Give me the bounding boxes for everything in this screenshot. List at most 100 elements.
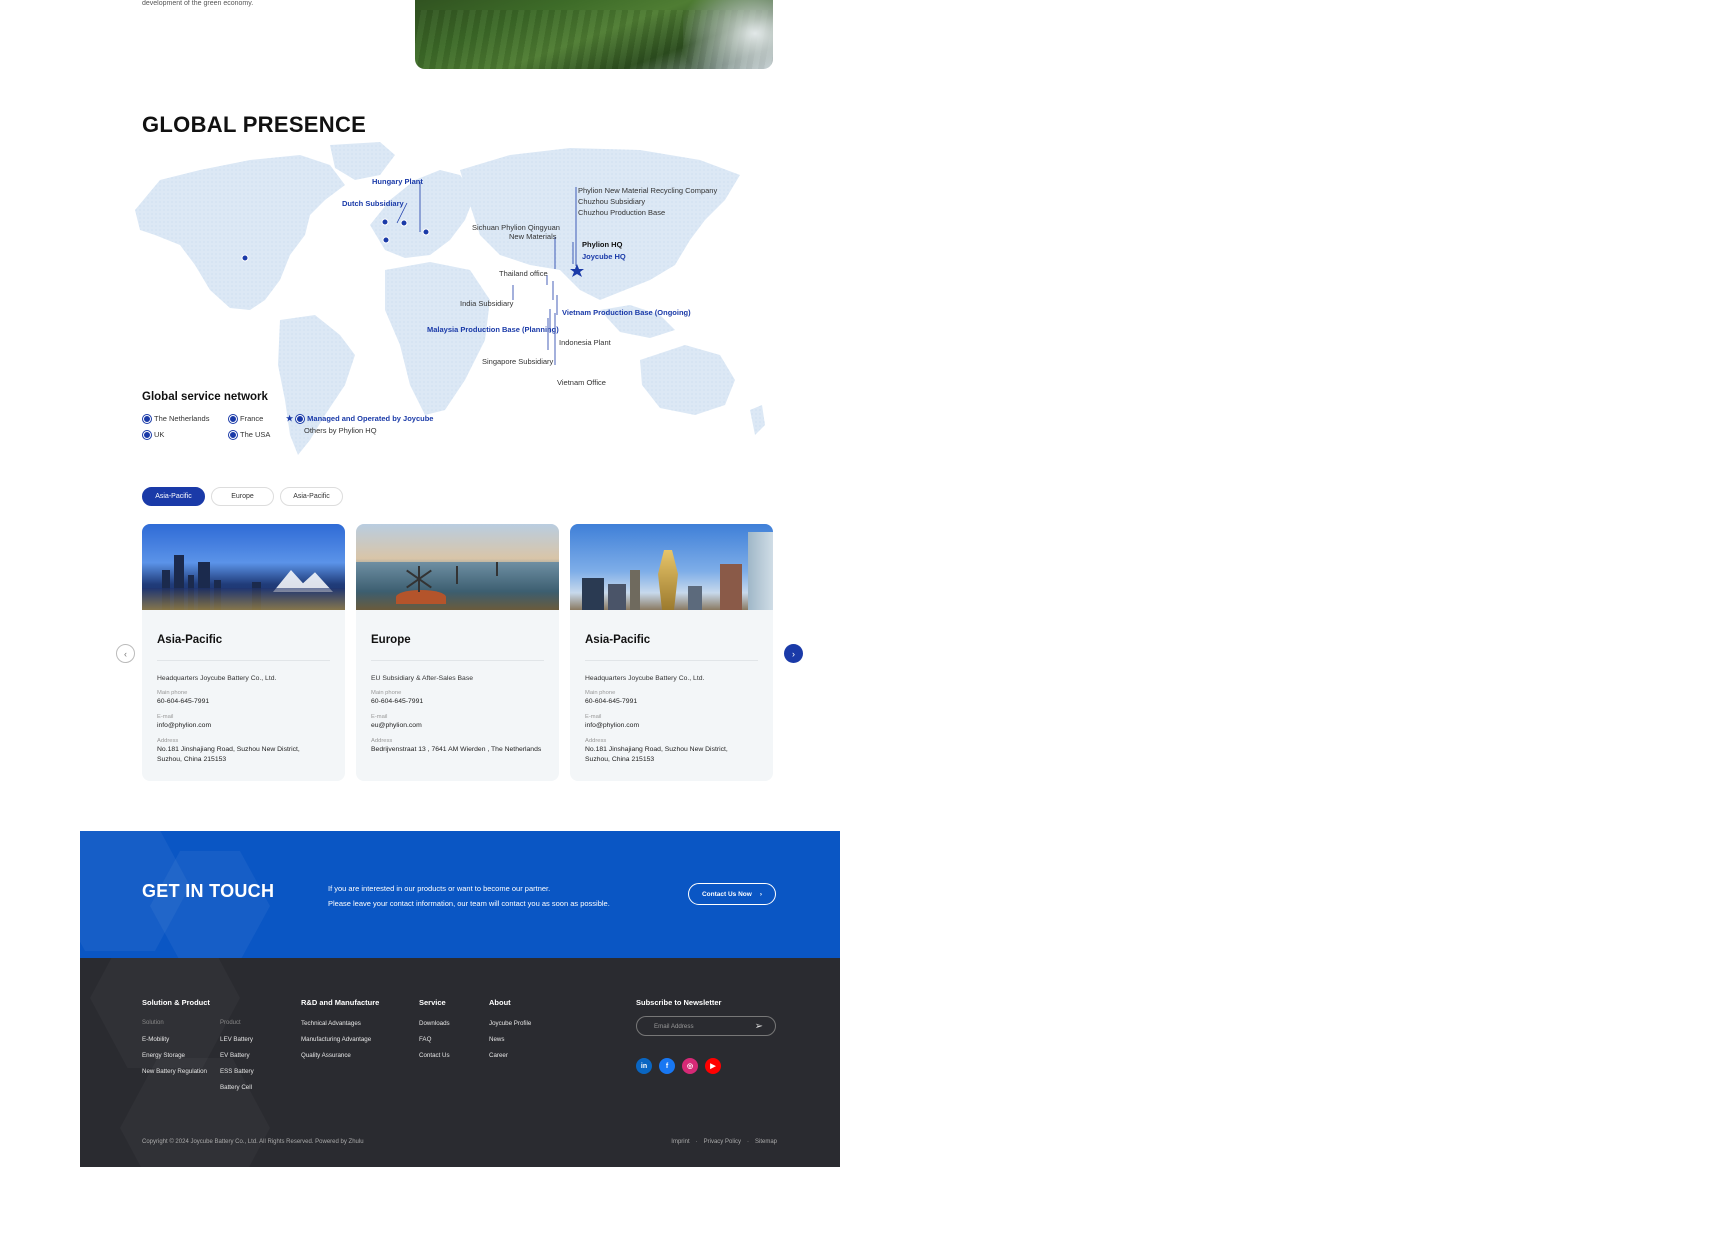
map-label-indonesia: Indonesia Plant bbox=[559, 338, 611, 347]
tab-europe[interactable]: Europe bbox=[211, 487, 274, 506]
footer-link[interactable]: Downloads bbox=[419, 1020, 450, 1027]
footer-link[interactable]: EV Battery bbox=[220, 1052, 250, 1059]
footer-link[interactable]: Quality Assurance bbox=[301, 1052, 351, 1059]
footer-link[interactable]: FAQ bbox=[419, 1036, 431, 1043]
chevron-right-icon: › bbox=[759, 890, 762, 898]
pin-icon bbox=[143, 430, 151, 439]
legend-france: France bbox=[229, 414, 263, 423]
map-label-sichuan-2: New Materials bbox=[509, 232, 557, 241]
card-email[interactable]: info@phylion.com bbox=[585, 721, 758, 730]
card-hq: Headquarters Joycube Battery Co., Ltd. bbox=[157, 675, 277, 682]
office-card[interactable]: Europe EU Subsidiary & After-Sales Base … bbox=[356, 524, 559, 781]
card-title: Europe bbox=[371, 634, 544, 661]
card-image-city bbox=[142, 524, 345, 610]
pin-icon bbox=[229, 430, 237, 439]
get-in-touch-title: GET IN TOUCH bbox=[142, 881, 275, 901]
map-label-singapore: Singapore Subsidiary bbox=[482, 357, 554, 366]
card-address: No.181 Jinshajiang Road, Suzhou New Dist… bbox=[157, 746, 300, 754]
star-icon: ★ bbox=[286, 414, 294, 423]
world-map: Hungary Plant Dutch Subsidiary Phylion N… bbox=[130, 140, 790, 460]
map-label-india: India Subsidiary bbox=[460, 299, 514, 308]
facebook-icon[interactable]: f bbox=[659, 1058, 675, 1074]
sitemap-link[interactable]: Sitemap bbox=[755, 1139, 777, 1145]
region-tabs: Asia-Pacific Europe Asia-Pacific bbox=[142, 487, 343, 506]
footer-link[interactable]: ESS Battery bbox=[220, 1068, 254, 1075]
office-cards: Asia-Pacific Headquarters Joycube Batter… bbox=[142, 524, 773, 781]
chevron-right-icon: › bbox=[792, 648, 795, 659]
legend-others: Others by Phylion HQ bbox=[304, 426, 377, 435]
hero-landscape-image bbox=[415, 0, 773, 69]
chevron-left-icon: ‹ bbox=[124, 648, 127, 659]
map-label-vietnam-office: Vietnam Office bbox=[557, 378, 606, 387]
footer-link[interactable]: News bbox=[489, 1036, 504, 1043]
greenland-shape bbox=[330, 142, 395, 180]
card-phone: 60-604-645-7991 bbox=[157, 698, 210, 705]
map-label-sichuan-1: Sichuan Phylion Qingyuan bbox=[472, 223, 560, 232]
footer-link[interactable]: Career bbox=[489, 1052, 508, 1059]
card-phone: 60-604-645-7991 bbox=[585, 698, 638, 705]
newsletter-email-input[interactable]: Email Address ➢ bbox=[636, 1016, 776, 1036]
footer-link[interactable]: Contact Us bbox=[419, 1052, 450, 1059]
carousel-next-button[interactable]: › bbox=[784, 644, 803, 663]
legend-managed: ★ Managed and Operated by Joycube bbox=[286, 414, 434, 423]
footer-service-title: Service bbox=[419, 998, 446, 1007]
pin-icon bbox=[296, 414, 305, 423]
footer-link[interactable]: Battery Cell bbox=[220, 1084, 252, 1091]
pin-icon bbox=[143, 414, 151, 423]
map-label-chuzhou-prod: Chuzhou Production Base bbox=[578, 208, 666, 217]
card-phone: 60-604-645-7991 bbox=[371, 698, 424, 705]
contact-us-button[interactable]: Contact Us Now › bbox=[688, 883, 776, 905]
card-hq: Headquarters Joycube Battery Co., Ltd. bbox=[585, 675, 705, 682]
carousel-prev-button[interactable]: ‹ bbox=[116, 644, 135, 663]
map-label-chuzhou-sub: Chuzhou Subsidiary bbox=[578, 197, 646, 206]
pin-icon bbox=[229, 414, 237, 423]
tab-asia-pacific[interactable]: Asia-Pacific bbox=[142, 487, 205, 506]
footer-link[interactable]: New Battery Regulation bbox=[142, 1068, 207, 1075]
instagram-icon[interactable]: ◎ bbox=[682, 1058, 698, 1074]
card-image-skyline bbox=[570, 524, 773, 610]
map-label-phylion-hq: Phylion HQ bbox=[582, 240, 623, 249]
send-icon[interactable]: ➢ bbox=[755, 1021, 763, 1032]
card-email[interactable]: info@phylion.com bbox=[157, 721, 330, 730]
imprint-link[interactable]: Imprint bbox=[671, 1139, 689, 1145]
linkedin-icon[interactable]: in bbox=[636, 1058, 652, 1074]
footer-link[interactable]: E-Mobility bbox=[142, 1036, 169, 1043]
card-email[interactable]: eu@phylion.com bbox=[371, 721, 544, 730]
legal-links: Imprint · Privacy Policy · Sitemap bbox=[671, 1139, 777, 1145]
office-card[interactable]: Asia-Pacific Headquarters Joycube Batter… bbox=[570, 524, 773, 781]
privacy-policy-link[interactable]: Privacy Policy bbox=[704, 1139, 741, 1145]
intro-text: development of the green economy. bbox=[142, 0, 254, 7]
footer-link[interactable]: Joycube Profile bbox=[489, 1020, 531, 1027]
card-hq: EU Subsidiary & After-Sales Base bbox=[371, 675, 473, 682]
north-america-shape bbox=[135, 155, 345, 310]
legend-usa: The USA bbox=[229, 430, 270, 439]
map-label-dutch: Dutch Subsidiary bbox=[342, 199, 404, 208]
card-address: Bedrijvenstraat 13 , 7641 AM Wierden , T… bbox=[371, 746, 542, 754]
footer-link[interactable]: Technical Advantages bbox=[301, 1020, 361, 1027]
office-card[interactable]: Asia-Pacific Headquarters Joycube Batter… bbox=[142, 524, 345, 781]
map-label-vietnam-prod: Vietnam Production Base (Ongoing) bbox=[562, 308, 691, 317]
new-zealand-shape bbox=[750, 405, 765, 435]
footer-link[interactable]: LEV Battery bbox=[220, 1036, 253, 1043]
page: development of the green economy. GLOBAL… bbox=[0, 0, 1720, 1252]
copyright: Copyright © 2024 Joycube Battery Co., Lt… bbox=[142, 1139, 364, 1145]
tab-asia-pacific-2[interactable]: Asia-Pacific bbox=[280, 487, 343, 506]
youtube-icon[interactable]: ▶ bbox=[705, 1058, 721, 1074]
footer-link[interactable]: Energy Storage bbox=[142, 1052, 185, 1059]
footer-solution-title: Solution & Product bbox=[142, 998, 210, 1007]
map-label-thailand: Thailand office bbox=[499, 269, 548, 278]
map-label-joycube-hq: Joycube HQ bbox=[582, 252, 626, 261]
card-image-windmills bbox=[356, 524, 559, 610]
australia-shape bbox=[640, 345, 735, 415]
map-label-recycling: Phylion New Material Recycling Company bbox=[578, 186, 718, 195]
get-in-touch-text: If you are interested in our products or… bbox=[328, 884, 610, 908]
card-title: Asia-Pacific bbox=[157, 634, 330, 661]
footer-link[interactable]: Manufacturing Advantage bbox=[301, 1036, 371, 1043]
footer: Solution & Product Solution E-Mobility E… bbox=[80, 958, 840, 1167]
card-title: Asia-Pacific bbox=[585, 634, 758, 661]
footer-newsletter-title: Subscribe to Newsletter bbox=[636, 998, 722, 1007]
footer-rd-title: R&D and Manufacture bbox=[301, 998, 380, 1007]
card-address: No.181 Jinshajiang Road, Suzhou New Dist… bbox=[585, 746, 728, 754]
legend-uk: UK bbox=[143, 430, 164, 439]
legend-netherlands: The Netherlands bbox=[143, 414, 209, 423]
